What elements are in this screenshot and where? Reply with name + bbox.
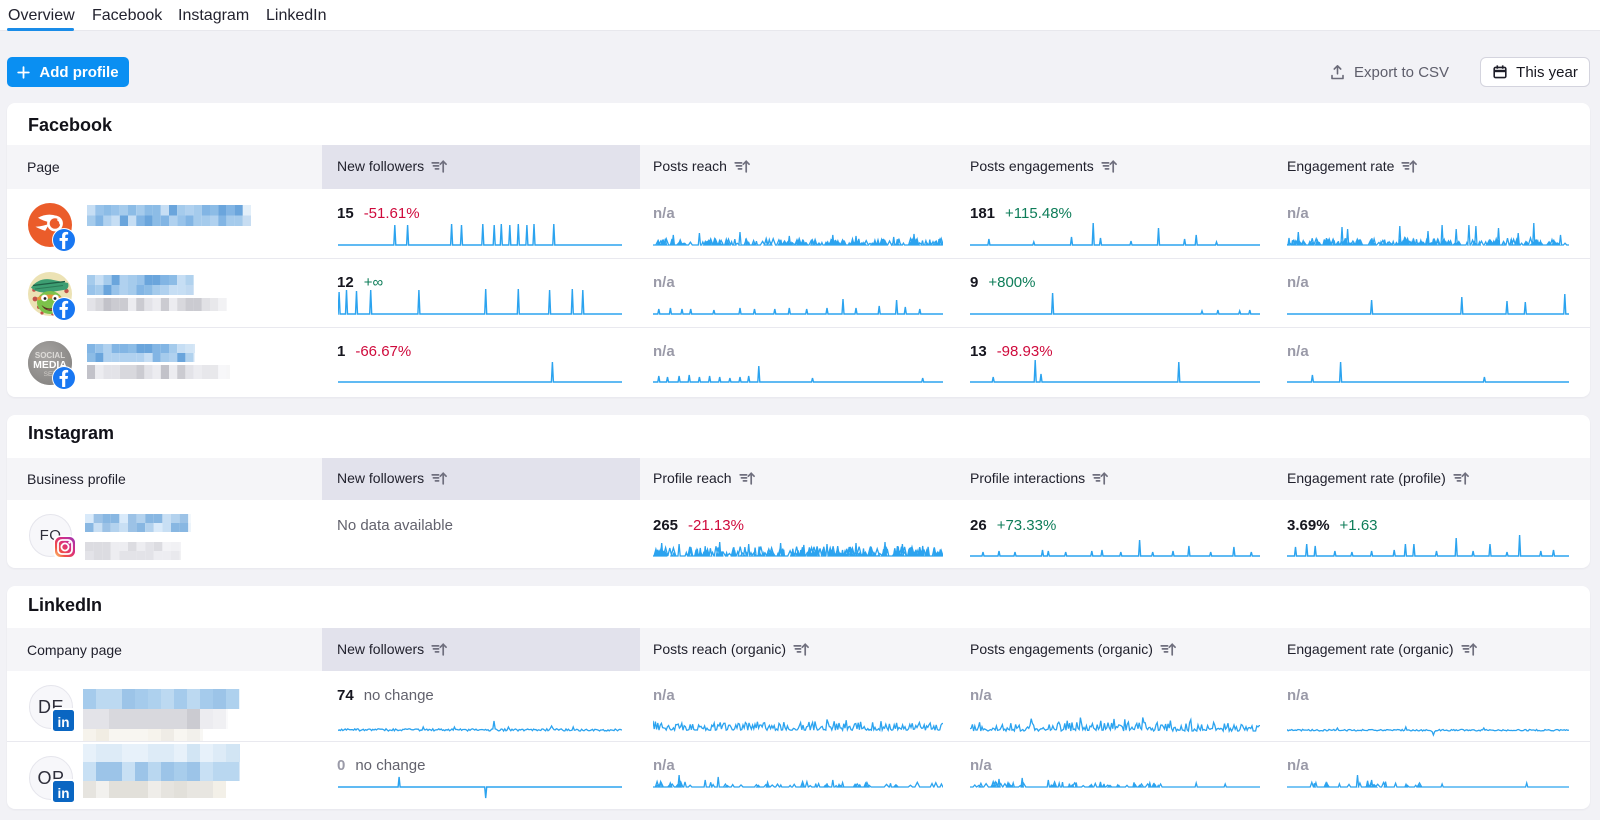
svg-text:in: in (58, 786, 70, 801)
svg-text:in: in (58, 715, 70, 730)
